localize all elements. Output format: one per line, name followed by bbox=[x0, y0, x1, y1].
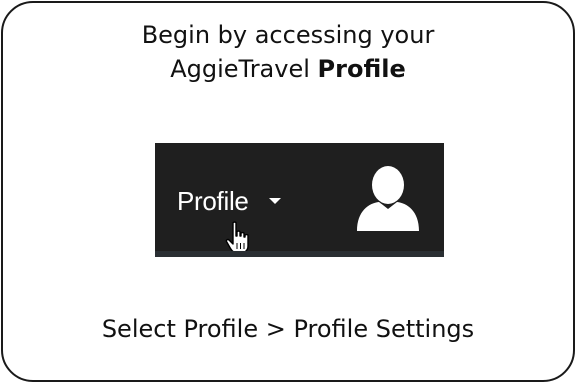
hand-pointer-icon bbox=[225, 221, 249, 254]
user-avatar-icon[interactable] bbox=[355, 165, 421, 233]
instruction-card: Begin by accessing your AggieTravel Prof… bbox=[1, 1, 575, 382]
navbar-screenshot: Profile bbox=[155, 143, 444, 257]
profile-menu-button[interactable]: Profile bbox=[177, 183, 281, 219]
heading-line-2-prefix: AggieTravel bbox=[170, 55, 318, 83]
instruction-footer: Select Profile > Profile Settings bbox=[101, 315, 475, 343]
heading-line-2: AggieTravel Profile bbox=[3, 52, 573, 86]
caret-down-icon bbox=[268, 198, 281, 204]
profile-menu-label: Profile bbox=[177, 185, 249, 216]
instruction-heading: Begin by accessing your AggieTravel Prof… bbox=[3, 18, 573, 86]
navbar-bottom-strip bbox=[155, 251, 444, 257]
heading-line-1: Begin by accessing your bbox=[141, 21, 435, 49]
heading-line-2-bold: Profile bbox=[317, 55, 406, 83]
